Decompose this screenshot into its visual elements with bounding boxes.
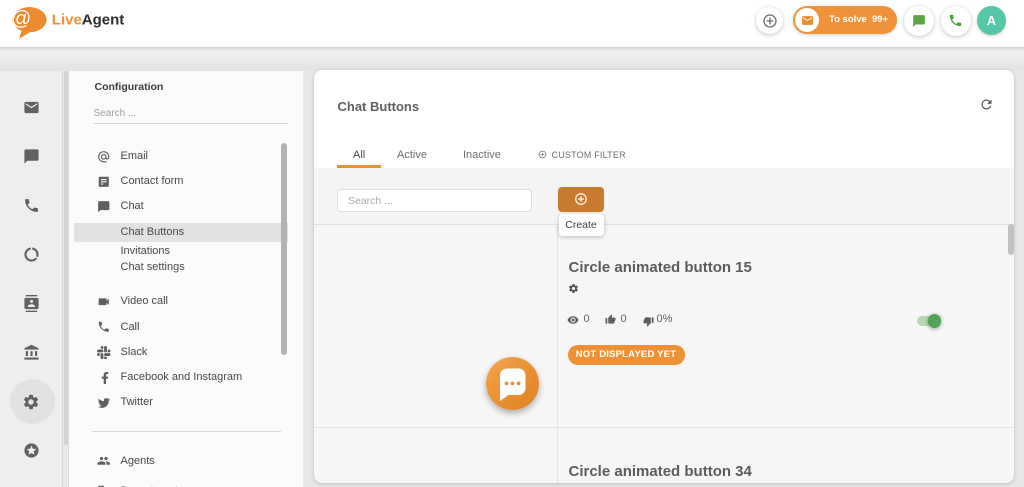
svg-text:Live: Live — [52, 11, 82, 28]
svg-text:@: @ — [11, 8, 31, 30]
svg-text:Agent: Agent — [82, 11, 125, 28]
